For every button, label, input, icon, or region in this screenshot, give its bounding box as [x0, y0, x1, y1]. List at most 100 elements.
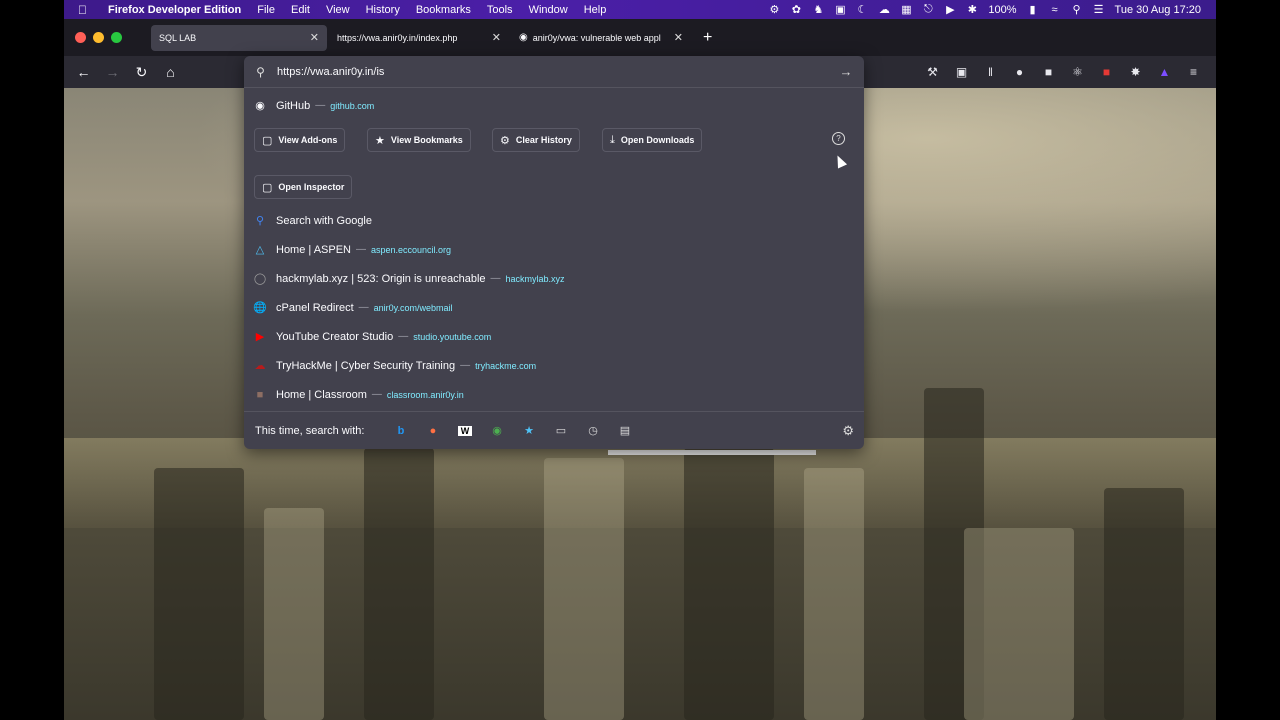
menubar-clock[interactable]: Tue 30 Aug 17:20 — [1110, 4, 1206, 16]
one-off-search-bar: This time, search with: b ● W ◉ ★ ▭ ◷ ▤ … — [244, 411, 864, 449]
menu-view[interactable]: View — [318, 4, 358, 16]
google-search-icon: ⚲ — [255, 215, 265, 227]
tryhackme-icon: ☁ — [254, 360, 266, 372]
go-arrow-icon[interactable]: → — [828, 64, 864, 79]
gear-icon: ⚙ — [500, 134, 510, 147]
actions-engine-icon[interactable]: ▤ — [609, 424, 641, 437]
close-tab-icon[interactable]: ✕ — [492, 31, 501, 44]
result-row-aspen[interactable]: △ Home | ASPEN — aspen.eccouncil.org — [244, 235, 864, 264]
google-engine-icon[interactable]: ◉ — [481, 424, 513, 437]
menu-file[interactable]: File — [249, 4, 283, 16]
menubar-status-area: ⚙ ✿ ♞ ▣ ☾ ☁ ▦ ⎋ ▶ ✱ 100% ▮ ≈ ⚲ ☰ Tue 30 … — [763, 3, 1216, 16]
pocket-icon[interactable]: ▣ — [947, 65, 976, 79]
extension-globe-icon[interactable]: ⚛ — [1063, 65, 1092, 79]
result-separator: — — [460, 360, 471, 371]
window-icon[interactable]: ▣ — [829, 3, 851, 16]
ublock-icon[interactable]: ■ — [1092, 65, 1121, 79]
close-tab-icon[interactable]: ✕ — [674, 31, 683, 44]
menu-tools[interactable]: Tools — [479, 4, 521, 16]
forward-button[interactable]: → — [98, 64, 127, 80]
burp-icon[interactable]: ■ — [1034, 65, 1063, 79]
menu-app-name[interactable]: Firefox Developer Edition — [100, 4, 249, 16]
control-center-icon[interactable]: ☰ — [1088, 3, 1110, 16]
result-title: cPanel Redirect — [276, 301, 354, 314]
tab-vwa-index[interactable]: https://vwa.anir0y.in/index.php ✕ — [329, 25, 509, 51]
view-bookmarks-button[interactable]: ★ View Bookmarks — [367, 128, 471, 152]
star-icon: ★ — [375, 134, 385, 147]
result-title: Search with Google — [276, 214, 372, 227]
library-icon[interactable]: ‖ — [976, 65, 1005, 79]
open-downloads-button[interactable]: ⤓ Open Downloads — [602, 128, 703, 152]
extension-shield-icon[interactable]: ▲ — [1150, 65, 1179, 79]
result-row-tryhackme[interactable]: ☁ TryHackMe | Cyber Security Training — … — [244, 351, 864, 380]
new-tab-button[interactable]: + — [703, 29, 712, 47]
play-icon[interactable]: ▶ — [939, 3, 961, 16]
result-title: YouTube Creator Studio — [276, 330, 394, 343]
battery-icon[interactable]: ▮ — [1022, 3, 1044, 16]
result-row-hackmylab[interactable]: ◯ hackmylab.xyz | 523: Origin is unreach… — [244, 264, 864, 293]
building — [544, 458, 624, 720]
spotlight-icon[interactable]: ⚲ — [1066, 3, 1088, 16]
inspector-icon: ▢ — [262, 181, 273, 194]
wikipedia-engine-icon[interactable]: W — [458, 425, 472, 436]
result-row-classroom[interactable]: ■ Home | Classroom — classroom.anir0y.in — [244, 380, 864, 409]
building — [1104, 488, 1184, 720]
search-with-google-row[interactable]: ⚲ Search with Google — [244, 206, 864, 235]
person-icon[interactable]: ♞ — [807, 3, 829, 16]
back-button[interactable]: ← — [69, 64, 98, 80]
close-tab-icon[interactable]: ✕ — [310, 31, 319, 44]
close-window-button[interactable] — [75, 32, 86, 43]
minimize-window-button[interactable] — [93, 32, 104, 43]
quick-action-label: Open Inspector — [278, 182, 345, 192]
menu-help[interactable]: Help — [576, 4, 615, 16]
open-inspector-button[interactable]: ▢ Open Inspector — [254, 175, 353, 199]
menu-window[interactable]: Window — [521, 4, 576, 16]
tabs-engine-icon[interactable]: ▭ — [545, 424, 577, 437]
home-button[interactable]: ⌂ — [156, 64, 185, 80]
zoom-window-button[interactable] — [111, 32, 122, 43]
menu-history[interactable]: History — [358, 4, 408, 16]
result-row-cpanel[interactable]: 🌐 cPanel Redirect — anir0y.com/webmail — [244, 293, 864, 322]
result-row-youtube[interactable]: ▶ YouTube Creator Studio — studio.youtub… — [244, 322, 864, 351]
download-icon: ⤓ — [610, 133, 615, 146]
tab-bar: SQL LAB ✕ https://vwa.anir0y.in/index.ph… — [64, 19, 1216, 56]
bing-engine-icon[interactable]: b — [385, 425, 417, 437]
wappalyzer-icon[interactable]: ✸ — [1121, 65, 1150, 79]
menu-edit[interactable]: Edit — [283, 4, 318, 16]
duckduckgo-engine-icon[interactable]: ● — [417, 425, 449, 437]
bookmarks-engine-icon[interactable]: ★ — [513, 424, 545, 437]
tab-sql-lab[interactable]: SQL LAB ✕ — [151, 24, 327, 51]
menu-bookmarks[interactable]: Bookmarks — [408, 4, 479, 16]
wrench-icon[interactable]: ⚒ — [918, 65, 947, 79]
classroom-icon: ■ — [256, 388, 264, 401]
moon-icon[interactable]: ☾ — [851, 3, 873, 16]
wifi-icon[interactable]: ≈ — [1044, 4, 1066, 16]
extension-c-icon[interactable]: ● — [1005, 65, 1034, 79]
result-separator: — — [371, 389, 382, 400]
urlbar-input[interactable]: https://vwa.anir0y.in/is — [277, 66, 828, 78]
top-result-row[interactable]: ◉ GitHub — github.com — [244, 91, 864, 120]
tab-github-vwa[interactable]: ◉ anir0y/vwa: vulnerable web appl ✕ — [511, 25, 691, 51]
result-title: Home | Classroom — [276, 388, 367, 401]
result-title: TryHackMe | Cyber Security Training — [276, 359, 456, 372]
building — [684, 448, 774, 720]
display-icon[interactable]: ▦ — [895, 3, 917, 16]
app-menu-icon[interactable]: ≡ — [1179, 65, 1208, 79]
help-icon[interactable]: ? — [832, 132, 845, 145]
reload-button[interactable]: ↻ — [127, 64, 156, 81]
urlbar[interactable]: ⚲ https://vwa.anir0y.in/is → — [244, 56, 864, 87]
bluetooth-icon[interactable]: ✱ — [961, 3, 983, 16]
feather-icon[interactable]: ✿ — [785, 3, 807, 16]
result-title: Home | ASPEN — [276, 243, 351, 256]
view-addons-button[interactable]: ▢ View Add-ons — [254, 128, 346, 152]
search-with-label: This time, search with: — [255, 424, 365, 437]
apple-icon[interactable]:  — [78, 3, 100, 17]
clear-history-button[interactable]: ⚙ Clear History — [492, 128, 580, 152]
search-settings-gear-icon[interactable]: ⚙ — [842, 423, 854, 439]
result-separator: — — [356, 244, 366, 255]
airpods-icon[interactable]: ⎋ — [917, 3, 939, 16]
history-engine-icon[interactable]: ◷ — [577, 424, 609, 437]
vpn-icon[interactable]: ⚙ — [763, 3, 785, 16]
result-url: tryhackme.com — [475, 360, 537, 371]
cloud-icon[interactable]: ☁ — [873, 3, 895, 16]
